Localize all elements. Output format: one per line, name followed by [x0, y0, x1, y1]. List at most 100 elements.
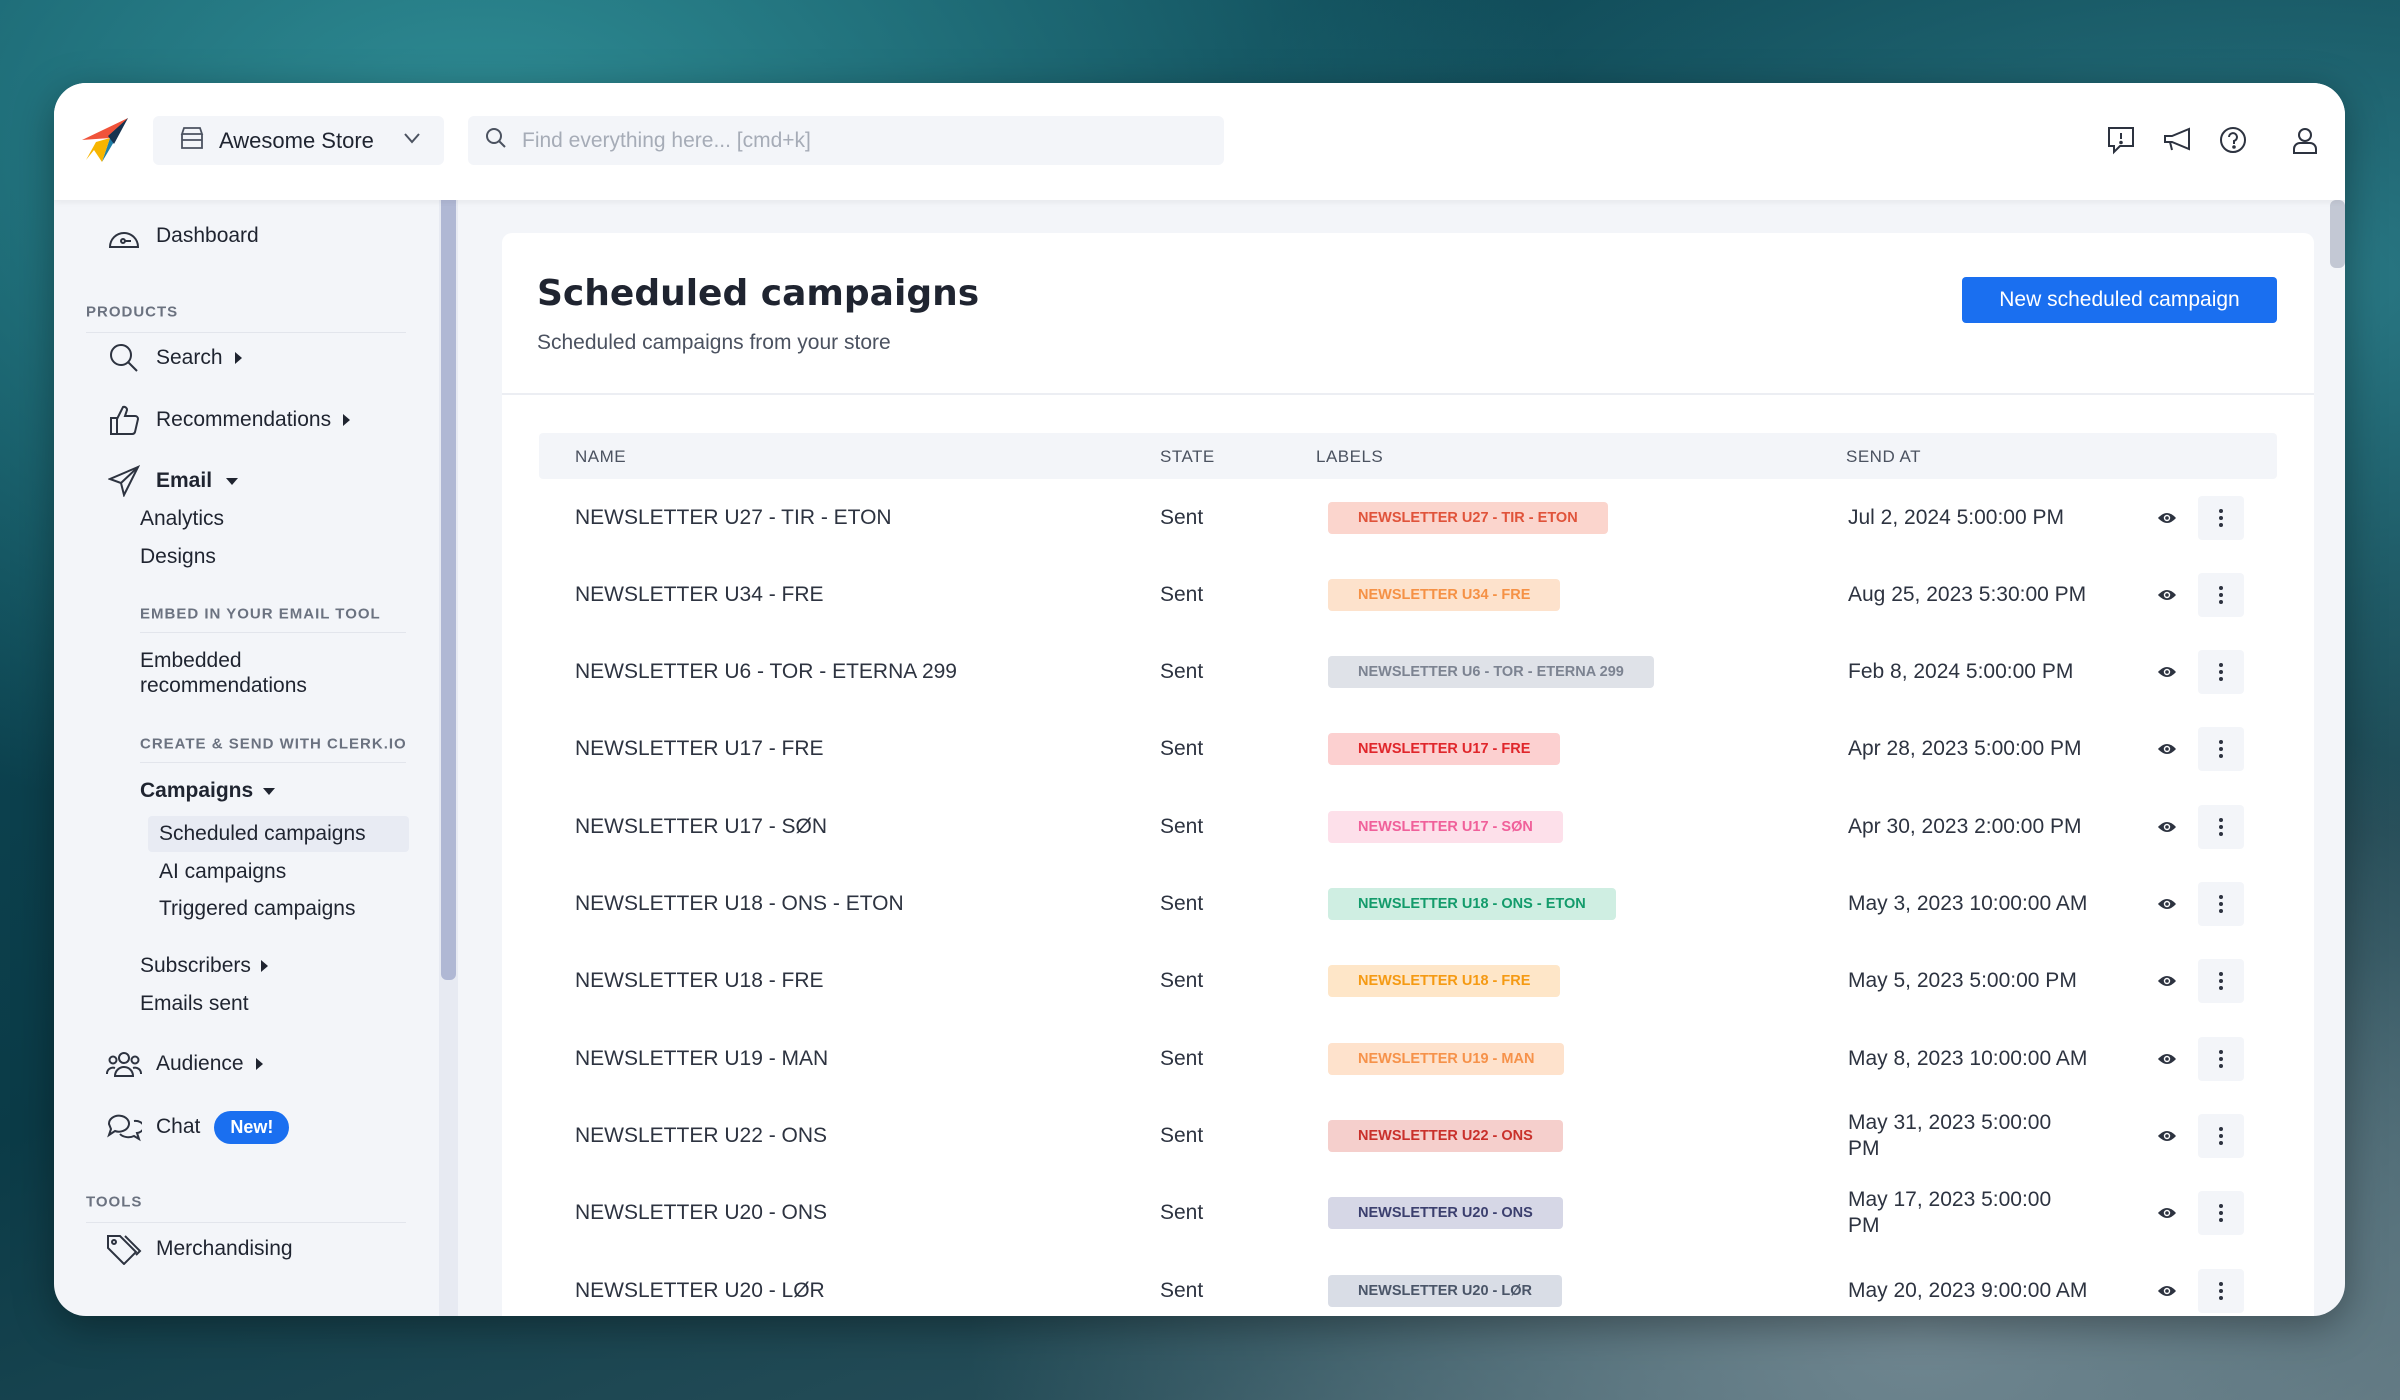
table-row[interactable]: NEWSLETTER U34 - FRE Sent NEWSLETTER U34 -…	[539, 556, 2277, 633]
table-row[interactable]: NEWSLETTER U19 - MAN Sent NEWSLETTER U19 -…	[539, 1020, 2277, 1097]
table-row[interactable]: NEWSLETTER U27 - TIR - ETON Sent NEWSLETTE…	[539, 479, 2277, 556]
global-search[interactable]	[468, 116, 1224, 165]
campaign-name[interactable]: NEWSLETTER U6 - TOR - ETERNA 299	[575, 660, 957, 684]
more-options-button[interactable]	[2198, 727, 2244, 772]
sidebar-label: Embedded	[140, 649, 242, 672]
campaign-name[interactable]: NEWSLETTER U27 - TIR - ETON	[575, 506, 892, 530]
eye-icon[interactable]	[2155, 660, 2179, 684]
products-heading: PRODUCTS	[86, 303, 179, 321]
sidebar-item-campaigns[interactable]: Campaigns	[140, 779, 276, 803]
send-at: May 3, 2023 10:00:00 AM	[1848, 892, 2088, 915]
eye-icon[interactable]	[2155, 1047, 2179, 1071]
table-row[interactable]: NEWSLETTER U20 - ONS Sent NEWSLETTER U20 -…	[539, 1175, 2277, 1252]
sidebar-item-scheduled-campaigns[interactable]: Scheduled campaigns	[148, 816, 409, 852]
campaign-state: Sent	[1160, 1046, 1204, 1070]
divider	[86, 332, 406, 333]
more-options-button[interactable]	[2198, 882, 2244, 926]
store-selector[interactable]: Awesome Store	[153, 116, 444, 165]
send-at: Apr 28, 2023 5:00:00 PM	[1848, 737, 2082, 761]
kebab-menu-icon	[2219, 1204, 2223, 1223]
feedback-icon[interactable]	[2104, 123, 2138, 157]
table-row[interactable]: NEWSLETTER U20 - LØR Sent NEWSLETTER U20 -…	[539, 1252, 2277, 1316]
campaign-name[interactable]: NEWSLETTER U17 - FRE	[575, 737, 824, 761]
eye-icon[interactable]	[2155, 1124, 2179, 1148]
more-options-button[interactable]	[2198, 495, 2244, 540]
help-icon[interactable]	[2216, 123, 2250, 157]
sidebar-item-chat[interactable]: Chat New!	[106, 1109, 290, 1145]
more-options-button[interactable]	[2198, 1268, 2244, 1313]
clerk-logo[interactable]	[80, 116, 130, 171]
eye-icon[interactable]	[2155, 737, 2179, 761]
column-header-name[interactable]: NAME	[575, 447, 626, 467]
sidebar-label: Audience	[156, 1052, 244, 1075]
campaign-state: Sent	[1160, 1123, 1204, 1147]
table-row[interactable]: NEWSLETTER U22 - ONS Sent NEWSLETTER U22 -…	[539, 1097, 2277, 1174]
more-options-button[interactable]	[2198, 1036, 2244, 1081]
sidebar-item-triggered-campaigns[interactable]: Triggered campaigns	[148, 891, 409, 927]
sidebar-scrollbar[interactable]	[439, 200, 458, 1316]
eye-icon[interactable]	[2155, 583, 2179, 607]
campaign-name[interactable]: NEWSLETTER U18 - FRE	[575, 969, 824, 993]
store-name: Awesome Store	[219, 127, 374, 153]
campaign-label-badge: NEWSLETTER U18 - FRE	[1328, 965, 1561, 998]
more-options-button[interactable]	[2198, 650, 2244, 695]
sidebar-item-subscribers[interactable]: Subscribers	[140, 954, 268, 978]
user-icon[interactable]	[2288, 123, 2322, 157]
sidebar-item-search[interactable]: Search	[106, 340, 242, 376]
megaphone-icon[interactable]	[2161, 123, 2195, 157]
search-input[interactable]	[522, 128, 1122, 153]
column-header-state[interactable]: STATE	[1160, 447, 1215, 467]
sidebar-item-analytics[interactable]: Analytics	[140, 507, 224, 531]
sidebar-item-recommendations[interactable]: Recommendations	[106, 402, 351, 438]
column-header-labels[interactable]: LABELS	[1316, 447, 1383, 467]
sidebar-item-embedded-recommendations[interactable]: Embedded recommendations	[140, 648, 307, 698]
campaign-name[interactable]: NEWSLETTER U34 - FRE	[575, 583, 824, 607]
more-options-button[interactable]	[2198, 959, 2244, 1004]
new-scheduled-campaign-button[interactable]: New scheduled campaign	[1962, 277, 2277, 323]
more-options-button[interactable]	[2198, 1191, 2244, 1236]
sidebar-label: Campaigns	[140, 779, 254, 802]
table-row[interactable]: NEWSLETTER U18 - FRE Sent NEWSLETTER U18 -…	[539, 943, 2277, 1020]
eye-icon[interactable]	[2155, 1279, 2179, 1303]
paper-plane-icon	[106, 463, 142, 499]
campaign-label-badge: NEWSLETTER U20 - ONS	[1328, 1197, 1563, 1230]
sidebar-label: Chat	[156, 1115, 201, 1138]
campaign-name[interactable]: NEWSLETTER U20 - ONS	[575, 1201, 827, 1225]
campaign-name[interactable]: NEWSLETTER U19 - MAN	[575, 1047, 828, 1071]
sidebar-item-ai-campaigns[interactable]: AI campaigns	[148, 854, 409, 890]
eye-icon[interactable]	[2155, 506, 2179, 530]
table-row[interactable]: NEWSLETTER U6 - TOR - ETERNA 299 Sent NEWS…	[539, 634, 2277, 711]
divider	[140, 632, 406, 633]
table-row[interactable]: NEWSLETTER U17 - SØN Sent NEWSLETTER U17 -…	[539, 788, 2277, 865]
scrollbar-thumb[interactable]	[441, 200, 456, 980]
tools-heading: TOOLS	[86, 1193, 143, 1211]
sidebar-item-designs[interactable]: Designs	[140, 545, 216, 569]
table-row[interactable]: NEWSLETTER U18 - ONS - ETON Sent NEWSLETTE…	[539, 866, 2277, 943]
table-row[interactable]: NEWSLETTER U17 - FRE Sent NEWSLETTER U17 -…	[539, 711, 2277, 788]
campaign-state: Sent	[1160, 582, 1204, 606]
sidebar-item-email[interactable]: Email	[106, 463, 239, 499]
campaign-name[interactable]: NEWSLETTER U22 - ONS	[575, 1124, 827, 1148]
caret-right-icon	[260, 960, 268, 972]
campaign-name[interactable]: NEWSLETTER U20 - LØR	[575, 1279, 825, 1303]
column-header-send-at[interactable]: SEND AT	[1846, 447, 1921, 467]
page-title: Scheduled campaigns	[537, 273, 980, 314]
sidebar-item-audience[interactable]: Audience	[106, 1046, 263, 1082]
eye-icon[interactable]	[2155, 969, 2179, 993]
more-options-button[interactable]	[2198, 1113, 2244, 1158]
eye-icon[interactable]	[2155, 815, 2179, 839]
main-scrollbar-thumb[interactable]	[2330, 200, 2345, 268]
more-options-button[interactable]	[2198, 572, 2244, 617]
sidebar-label: Email	[156, 469, 213, 492]
sidebar-item-merchandising[interactable]: Merchandising	[106, 1231, 293, 1267]
caret-down-icon	[226, 477, 239, 485]
more-options-button[interactable]	[2198, 804, 2244, 849]
campaign-label-badge: NEWSLETTER U20 - LØR	[1328, 1274, 1563, 1307]
eye-icon[interactable]	[2155, 1201, 2179, 1225]
sidebar-item-emails-sent[interactable]: Emails sent	[140, 992, 249, 1016]
campaign-name[interactable]: NEWSLETTER U18 - ONS - ETON	[575, 892, 904, 916]
sidebar-item-dashboard[interactable]: Dashboard	[106, 218, 259, 254]
eye-icon[interactable]	[2155, 892, 2179, 916]
campaign-name[interactable]: NEWSLETTER U17 - SØN	[575, 815, 827, 839]
kebab-menu-icon	[2219, 740, 2223, 759]
